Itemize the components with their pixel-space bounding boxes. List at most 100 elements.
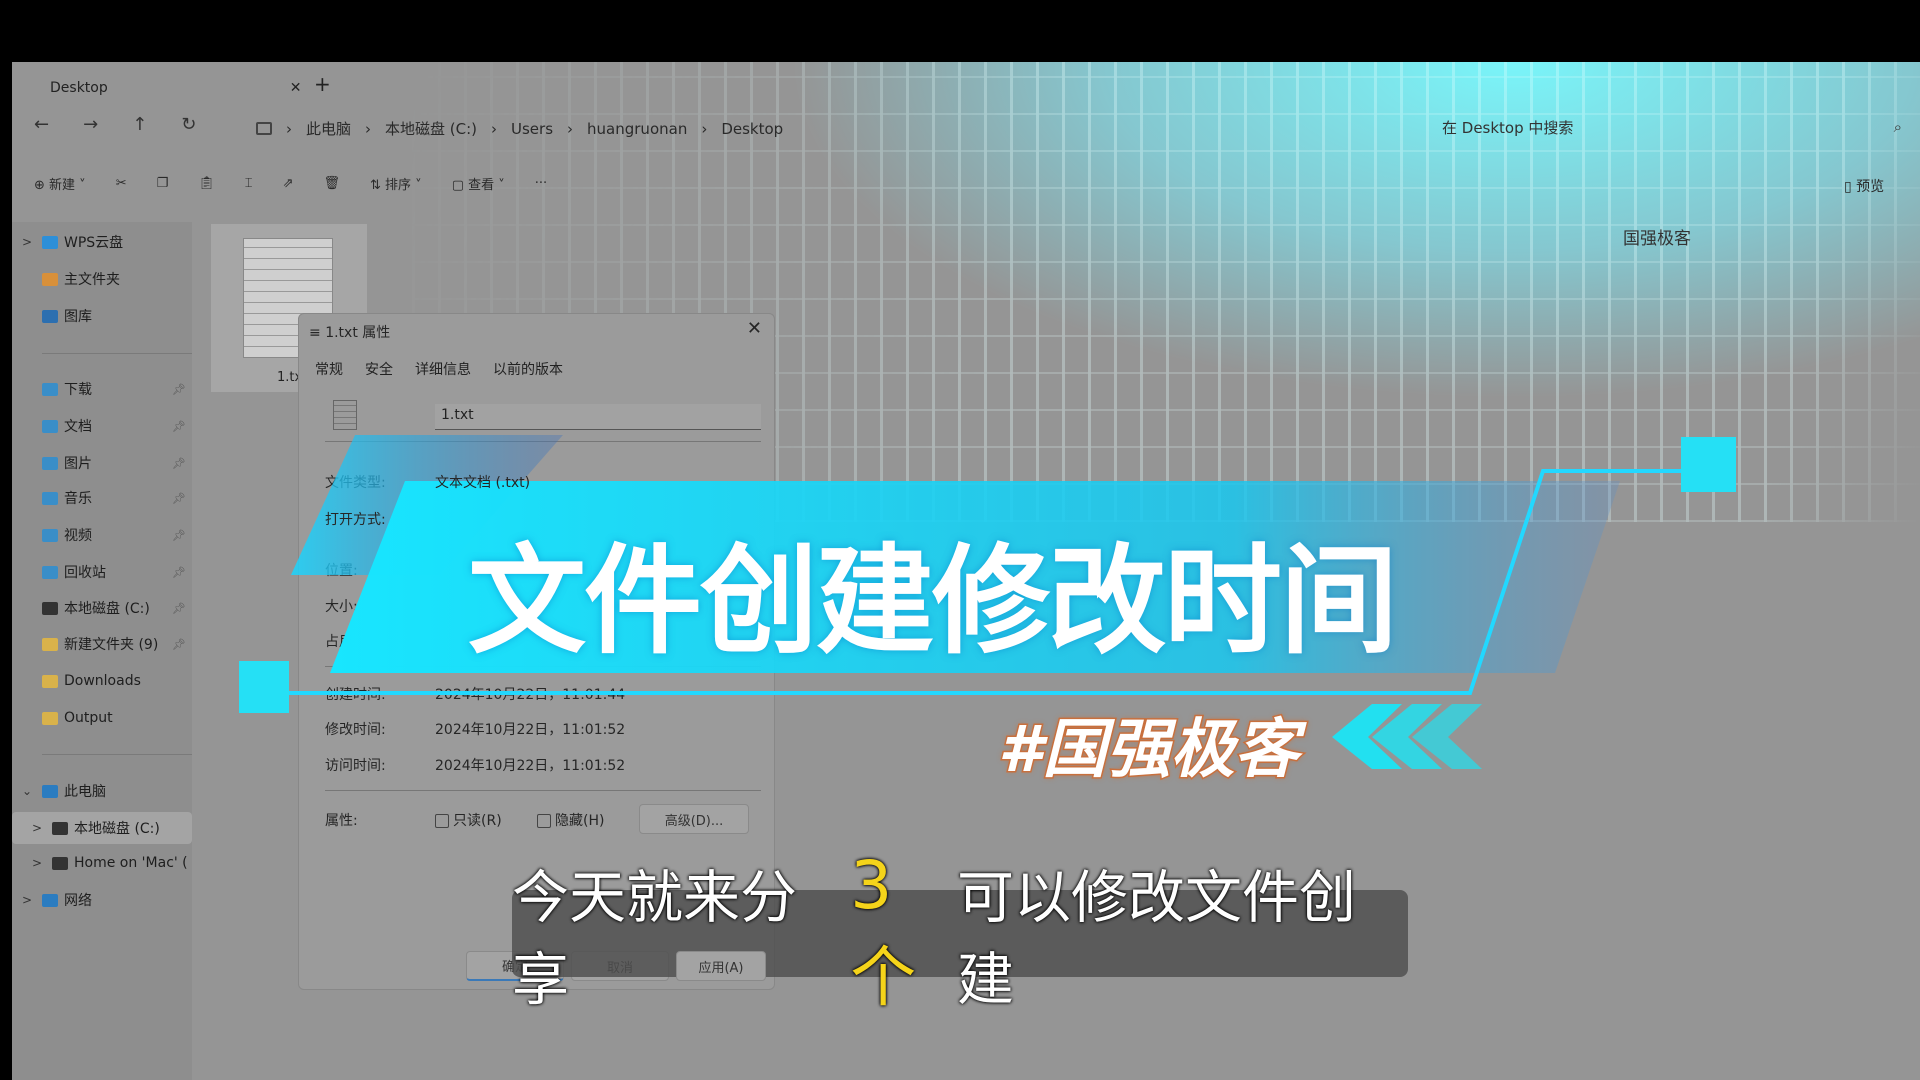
sidebar-item[interactable]: 图库 (12, 300, 192, 332)
pin-icon[interactable]: 📌︎ (172, 457, 186, 470)
sidebar-item[interactable]: 文档 📌︎ (12, 410, 192, 442)
breadcrumb-item[interactable]: huangruonan (587, 120, 687, 138)
sidebar-item[interactable]: 视频 📌︎ (12, 519, 192, 551)
close-icon[interactable]: ✕ (747, 318, 762, 339)
sidebar-item-label: 此电脑 (64, 784, 106, 800)
more-button[interactable]: ··· (535, 176, 547, 191)
pin-icon[interactable]: 📌︎ (172, 566, 186, 579)
folder-pictures-icon (42, 456, 58, 470)
cut-icon[interactable]: ✂ (116, 176, 127, 191)
sidebar-item[interactable]: 新建文件夹 (9) 📌︎ (12, 628, 192, 660)
readonly-label: 只读(R) (453, 813, 502, 829)
refresh-button[interactable]: ↻ (181, 114, 196, 135)
video-subtitle: 今天就来分享 3个 可以修改文件创建 (512, 847, 1408, 1016)
folder-icon (42, 637, 58, 651)
chevron-icon[interactable]: > (12, 235, 42, 249)
back-button[interactable]: ← (34, 114, 49, 135)
sidebar-item[interactable]: 音乐 📌︎ (12, 482, 192, 514)
pin-icon[interactable]: 📌︎ (172, 492, 186, 505)
sidebar-item[interactable]: 图片 📌︎ (12, 447, 192, 479)
size-on-disk-label: 占用 (325, 634, 353, 650)
size-label: 大小: (325, 599, 358, 615)
share-icon[interactable]: ⇗ (283, 176, 294, 191)
sort-button[interactable]: ⇅ 排序 ˅ (370, 174, 422, 193)
advanced-button[interactable]: 高级(D)... (639, 804, 749, 834)
network-drive-icon (52, 856, 68, 870)
sidebar-item-label: Output (64, 710, 113, 726)
sidebar-item[interactable]: 本地磁盘 (C:) 📌︎ (12, 592, 192, 624)
file-type-value: 文本文档 (.txt) (435, 475, 531, 491)
pin-icon[interactable]: 📌︎ (172, 602, 186, 615)
sidebar-item-label: Downloads (64, 673, 141, 689)
new-label: 新建 (49, 178, 76, 193)
pin-icon[interactable]: 📌︎ (172, 383, 186, 396)
dialog-title-text: 1.txt 属性 (325, 325, 391, 341)
created-label: 创建时间: (325, 687, 386, 703)
folder-download-icon (42, 382, 58, 396)
open-with-label: 打开方式: (325, 512, 386, 528)
sidebar-item[interactable]: > 本地磁盘 (C:) (12, 812, 192, 844)
copy-icon[interactable]: ❐ (157, 176, 169, 191)
folder-docs-icon (42, 419, 58, 433)
sidebar-item[interactable]: ⌄ 此电脑 (12, 775, 192, 807)
sidebar-item-label: 网络 (64, 893, 92, 909)
network-icon (42, 893, 58, 907)
sidebar-item-label: 图片 (64, 456, 92, 472)
search-placeholder: 在 Desktop 中搜索 (1442, 118, 1574, 137)
banner-tag: #国强极客 (997, 712, 1301, 789)
chevron-icon[interactable]: ⌄ (12, 784, 42, 798)
close-tab-icon[interactable]: ✕ (290, 80, 302, 96)
chevron-icon[interactable]: > (22, 821, 52, 835)
delete-icon[interactable]: 🗑︎ (323, 176, 340, 191)
tab-details[interactable]: 详细信息 (415, 359, 471, 379)
pin-icon[interactable]: 📌︎ (172, 529, 186, 542)
cloud-icon (42, 235, 58, 249)
sidebar-item[interactable]: 主文件夹 (12, 263, 192, 295)
sidebar-item[interactable]: 回收站 📌︎ (12, 556, 192, 588)
attributes-label: 属性: (325, 813, 358, 829)
search-input[interactable]: 在 Desktop 中搜索 ⌕ (1442, 112, 1902, 142)
readonly-checkbox[interactable]: 只读(R) (435, 810, 502, 830)
preview-label: 预览 (1856, 179, 1885, 195)
tab-previous-versions[interactable]: 以前的版本 (493, 359, 563, 379)
chevron-icon[interactable]: > (12, 893, 42, 907)
sidebar-item[interactable]: > 网络 (12, 884, 192, 916)
gallery-icon (42, 309, 58, 323)
breadcrumb-item[interactable]: Users (511, 120, 553, 138)
breadcrumb-item[interactable]: Desktop (721, 120, 783, 138)
new-button[interactable]: ⊕ 新建 ˅ (34, 174, 86, 193)
chevron-icon[interactable]: > (22, 856, 52, 870)
forward-button[interactable]: → (83, 114, 98, 135)
sidebar-item[interactable]: Output (12, 702, 192, 734)
breadcrumb-item[interactable]: 此电脑 (306, 118, 351, 139)
filename-input[interactable]: 1.txt (435, 404, 761, 430)
apply-button[interactable]: 应用(A) (676, 951, 766, 981)
paste-icon[interactable]: 📋︎ (198, 176, 215, 191)
sidebar-item-label: Home on 'Mac' ( (74, 855, 188, 871)
sidebar-item[interactable]: > Home on 'Mac' ( (12, 847, 192, 879)
tab-security[interactable]: 安全 (365, 359, 393, 379)
view-label: 查看 (468, 178, 495, 193)
search-icon: ⌕ (1893, 118, 1902, 136)
sidebar-item[interactable]: Downloads (12, 665, 192, 697)
sidebar-item-label: 视频 (64, 528, 92, 544)
rename-icon[interactable]: ⌶ (245, 176, 253, 191)
new-tab-button[interactable]: + (314, 72, 331, 96)
modified-label: 修改时间: (325, 722, 386, 738)
breadcrumb-item[interactable]: 本地磁盘 (C:) (385, 118, 477, 139)
preview-button[interactable]: ▯ 预览 (1844, 176, 1884, 196)
pin-icon[interactable]: 📌︎ (172, 638, 186, 651)
tab-general[interactable]: 常规 (315, 359, 343, 379)
toolbar: ⊕ 新建 ˅ ✂ ❐ 📋︎ ⌶ ⇗ 🗑︎ ⇅ 排序 ˅ ▢ 查看 ˅ ··· (34, 174, 547, 193)
pin-icon[interactable]: 📌︎ (172, 420, 186, 433)
divider (42, 754, 192, 755)
view-button[interactable]: ▢ 查看 ˅ (452, 174, 505, 193)
hidden-checkbox[interactable]: 隐藏(H) (537, 810, 604, 830)
tab-desktop[interactable]: Desktop ✕ (20, 68, 302, 108)
sidebar-item-label: 本地磁盘 (C:) (64, 601, 150, 617)
sidebar-item[interactable]: > WPS云盘 (12, 226, 192, 258)
divider (42, 353, 192, 354)
sidebar-item[interactable]: 下载 📌︎ (12, 373, 192, 405)
up-button[interactable]: ↑ (132, 114, 147, 135)
file-type-label: 文件类型: (325, 475, 386, 491)
